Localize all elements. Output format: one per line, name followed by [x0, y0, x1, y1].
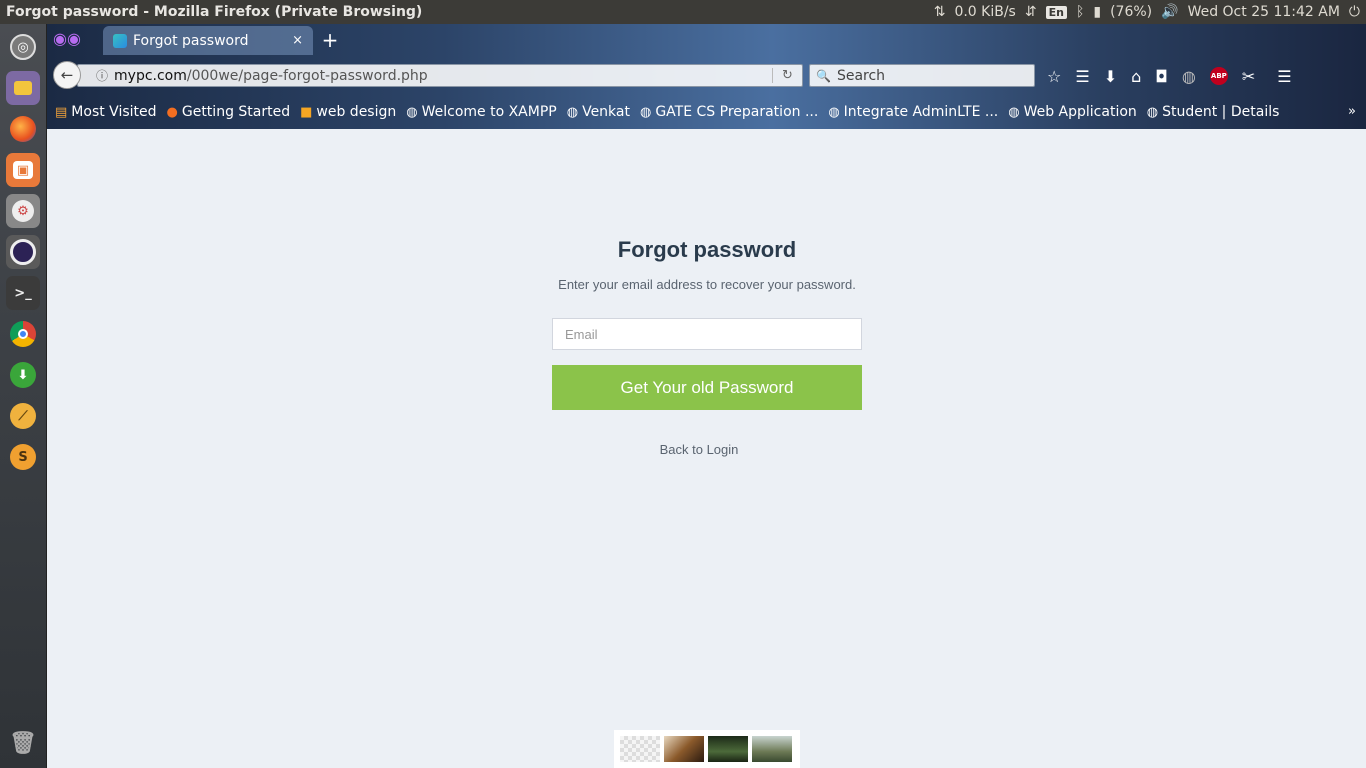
- globe-icon: ◍: [639, 104, 652, 120]
- system-indicators: ⇅ 0.0 KiB/s ⇵ En ᛒ ▮ (76%) 🔊 Wed Oct 25 …: [934, 4, 1360, 20]
- ubuntu-dash-icon[interactable]: ◎: [6, 30, 40, 64]
- firefox-small-icon: ●: [166, 104, 178, 120]
- globe-icon: ◍: [1146, 104, 1159, 120]
- thumbnail-image[interactable]: [752, 736, 792, 762]
- bookmarks-bar: ▤ Most Visited ● Getting Started ■ web desi…: [47, 98, 1366, 126]
- bookmark-label: GATE CS Preparation ...: [655, 104, 819, 120]
- search-input[interactable]: 🔍 Search: [809, 64, 1035, 87]
- tab-title: Forgot password: [133, 32, 249, 49]
- trash-icon[interactable]: 🗑: [6, 726, 40, 760]
- close-tab-icon[interactable]: ×: [292, 33, 303, 48]
- site-favicon-icon: [113, 33, 127, 48]
- launcher: ◎ ▣ ⚙ >_ ⬇ ⟋ S 🗑: [0, 24, 47, 768]
- tab-strip: ◉◉ Forgot password × +: [47, 24, 1366, 55]
- back-to-login-link[interactable]: Back to Login: [552, 442, 862, 457]
- globe-icon: ◍: [566, 104, 579, 120]
- bookmark-web-application[interactable]: ◍ Web Application: [1008, 104, 1137, 120]
- page-content: Forgot password Enter your email address…: [47, 129, 1366, 768]
- window-title: Forgot password - Mozilla Firefox (Priva…: [6, 4, 423, 20]
- power-icon[interactable]: ⏻: [1349, 4, 1360, 20]
- folder-icon: ■: [300, 104, 313, 120]
- private-browsing-icon: ◉◉: [53, 29, 81, 48]
- globe-extension-icon[interactable]: ◍: [1182, 67, 1196, 86]
- adblock-plus-icon[interactable]: ABP: [1209, 67, 1228, 85]
- search-icon: 🔍: [816, 68, 831, 83]
- files-icon[interactable]: [6, 71, 40, 105]
- url-bar[interactable]: ⓘ mypc.com/000we/page-forgot-password.ph…: [77, 64, 803, 87]
- bookmark-star-icon[interactable]: ☆: [1047, 67, 1061, 86]
- page-title: Forgot password: [617, 237, 797, 262]
- downloader-icon[interactable]: ⬇: [6, 358, 40, 392]
- bluetooth-icon[interactable]: ᛒ: [1076, 4, 1084, 20]
- transfer-icon[interactable]: ⇵: [1025, 4, 1037, 20]
- settings-icon[interactable]: ⚙: [6, 194, 40, 228]
- site-info-icon[interactable]: ⓘ: [96, 67, 108, 84]
- bookmark-label: Student | Details: [1162, 104, 1280, 120]
- folder-icon: ▤: [55, 104, 68, 120]
- battery-icon[interactable]: ▮: [1093, 4, 1101, 20]
- back-button[interactable]: ←: [53, 61, 81, 89]
- eclipse-icon[interactable]: [6, 235, 40, 269]
- new-tab-button[interactable]: +: [319, 28, 341, 52]
- bookmark-web-design[interactable]: ■ web design: [300, 104, 396, 120]
- terminal-icon[interactable]: >_: [6, 276, 40, 310]
- bookmark-label: Integrate AdminLTE ...: [843, 104, 999, 120]
- bookmark-most-visited[interactable]: ▤ Most Visited: [55, 104, 157, 120]
- browser-chrome: ◉◉ Forgot password × + ⓘ mypc.com/000we/…: [47, 24, 1366, 129]
- menu-hamburger-icon[interactable]: ☰: [1277, 67, 1291, 86]
- reading-list-icon[interactable]: ☰: [1075, 67, 1089, 86]
- page-subtitle: Enter your email address to recover your…: [558, 277, 856, 292]
- forgot-password-form: Forgot password Enter your email address…: [552, 237, 862, 457]
- top-panel: Forgot password - Mozilla Firefox (Priva…: [0, 0, 1366, 24]
- globe-icon: ◍: [828, 104, 840, 120]
- reload-icon[interactable]: ↻: [772, 68, 802, 83]
- sublime-text-icon[interactable]: S: [6, 440, 40, 474]
- bookmark-label: Welcome to XAMPP: [421, 104, 557, 120]
- bookmark-label: Venkat: [582, 104, 630, 120]
- thumbnail-image[interactable]: [708, 736, 748, 762]
- battery-percentage: (76%): [1110, 4, 1153, 20]
- bookmark-label: Getting Started: [181, 104, 291, 120]
- bookmark-welcome-xampp[interactable]: ◍ Welcome to XAMPP: [406, 104, 556, 120]
- globe-icon: ◍: [406, 104, 418, 120]
- bookmark-gate-cs[interactable]: ◍ GATE CS Preparation ...: [640, 104, 818, 120]
- search-placeholder: Search: [836, 67, 886, 84]
- downloads-icon[interactable]: ⬇: [1104, 67, 1117, 86]
- bookmarks-overflow-button[interactable]: »: [1348, 104, 1356, 119]
- clock[interactable]: Wed Oct 25 11:42 AM: [1188, 4, 1340, 20]
- software-center-icon[interactable]: ▣: [6, 153, 40, 187]
- volume-icon[interactable]: 🔊: [1161, 4, 1178, 20]
- globe-icon: ◍: [1008, 104, 1020, 120]
- pocket-icon[interactable]: ◘: [1155, 67, 1168, 86]
- keyboard-layout-indicator[interactable]: En: [1045, 5, 1067, 19]
- extension-puzzle-icon[interactable]: ✂: [1242, 67, 1255, 86]
- navigation-bar: ⓘ mypc.com/000we/page-forgot-password.ph…: [47, 55, 1366, 95]
- url-path: /000we/page-forgot-password.php: [186, 67, 428, 84]
- url-host: mypc.com: [114, 67, 187, 84]
- bookmark-student-details[interactable]: ◍ Student | Details: [1147, 104, 1280, 120]
- bookmark-label: web design: [316, 104, 397, 120]
- get-password-button[interactable]: Get Your old Password: [552, 365, 862, 410]
- image-thumbnail-strip: [614, 730, 800, 768]
- mysql-workbench-icon[interactable]: ⟋: [6, 399, 40, 433]
- thumbnail-image[interactable]: [664, 736, 704, 762]
- email-field[interactable]: [552, 318, 862, 350]
- thumbnail-image[interactable]: [620, 736, 660, 762]
- tab-forgot-password[interactable]: Forgot password ×: [103, 26, 313, 55]
- network-speed: 0.0 KiB/s: [954, 4, 1016, 20]
- bookmark-label: Web Application: [1023, 104, 1137, 120]
- home-icon[interactable]: ⌂: [1131, 67, 1141, 86]
- network-icon[interactable]: ⇅: [934, 4, 946, 20]
- bookmark-getting-started[interactable]: ● Getting Started: [167, 104, 291, 120]
- bookmark-label: Most Visited: [71, 104, 157, 120]
- bookmark-venkat[interactable]: ◍ Venkat: [567, 104, 630, 120]
- bookmark-integrate-adminlte[interactable]: ◍ Integrate AdminLTE ...: [828, 104, 998, 120]
- toolbar-icons: ☆ ☰ ⬇ ⌂ ◘ ◍ ABP ✂ ☰: [1047, 65, 1292, 87]
- chrome-icon[interactable]: [6, 317, 40, 351]
- firefox-icon[interactable]: [6, 112, 40, 146]
